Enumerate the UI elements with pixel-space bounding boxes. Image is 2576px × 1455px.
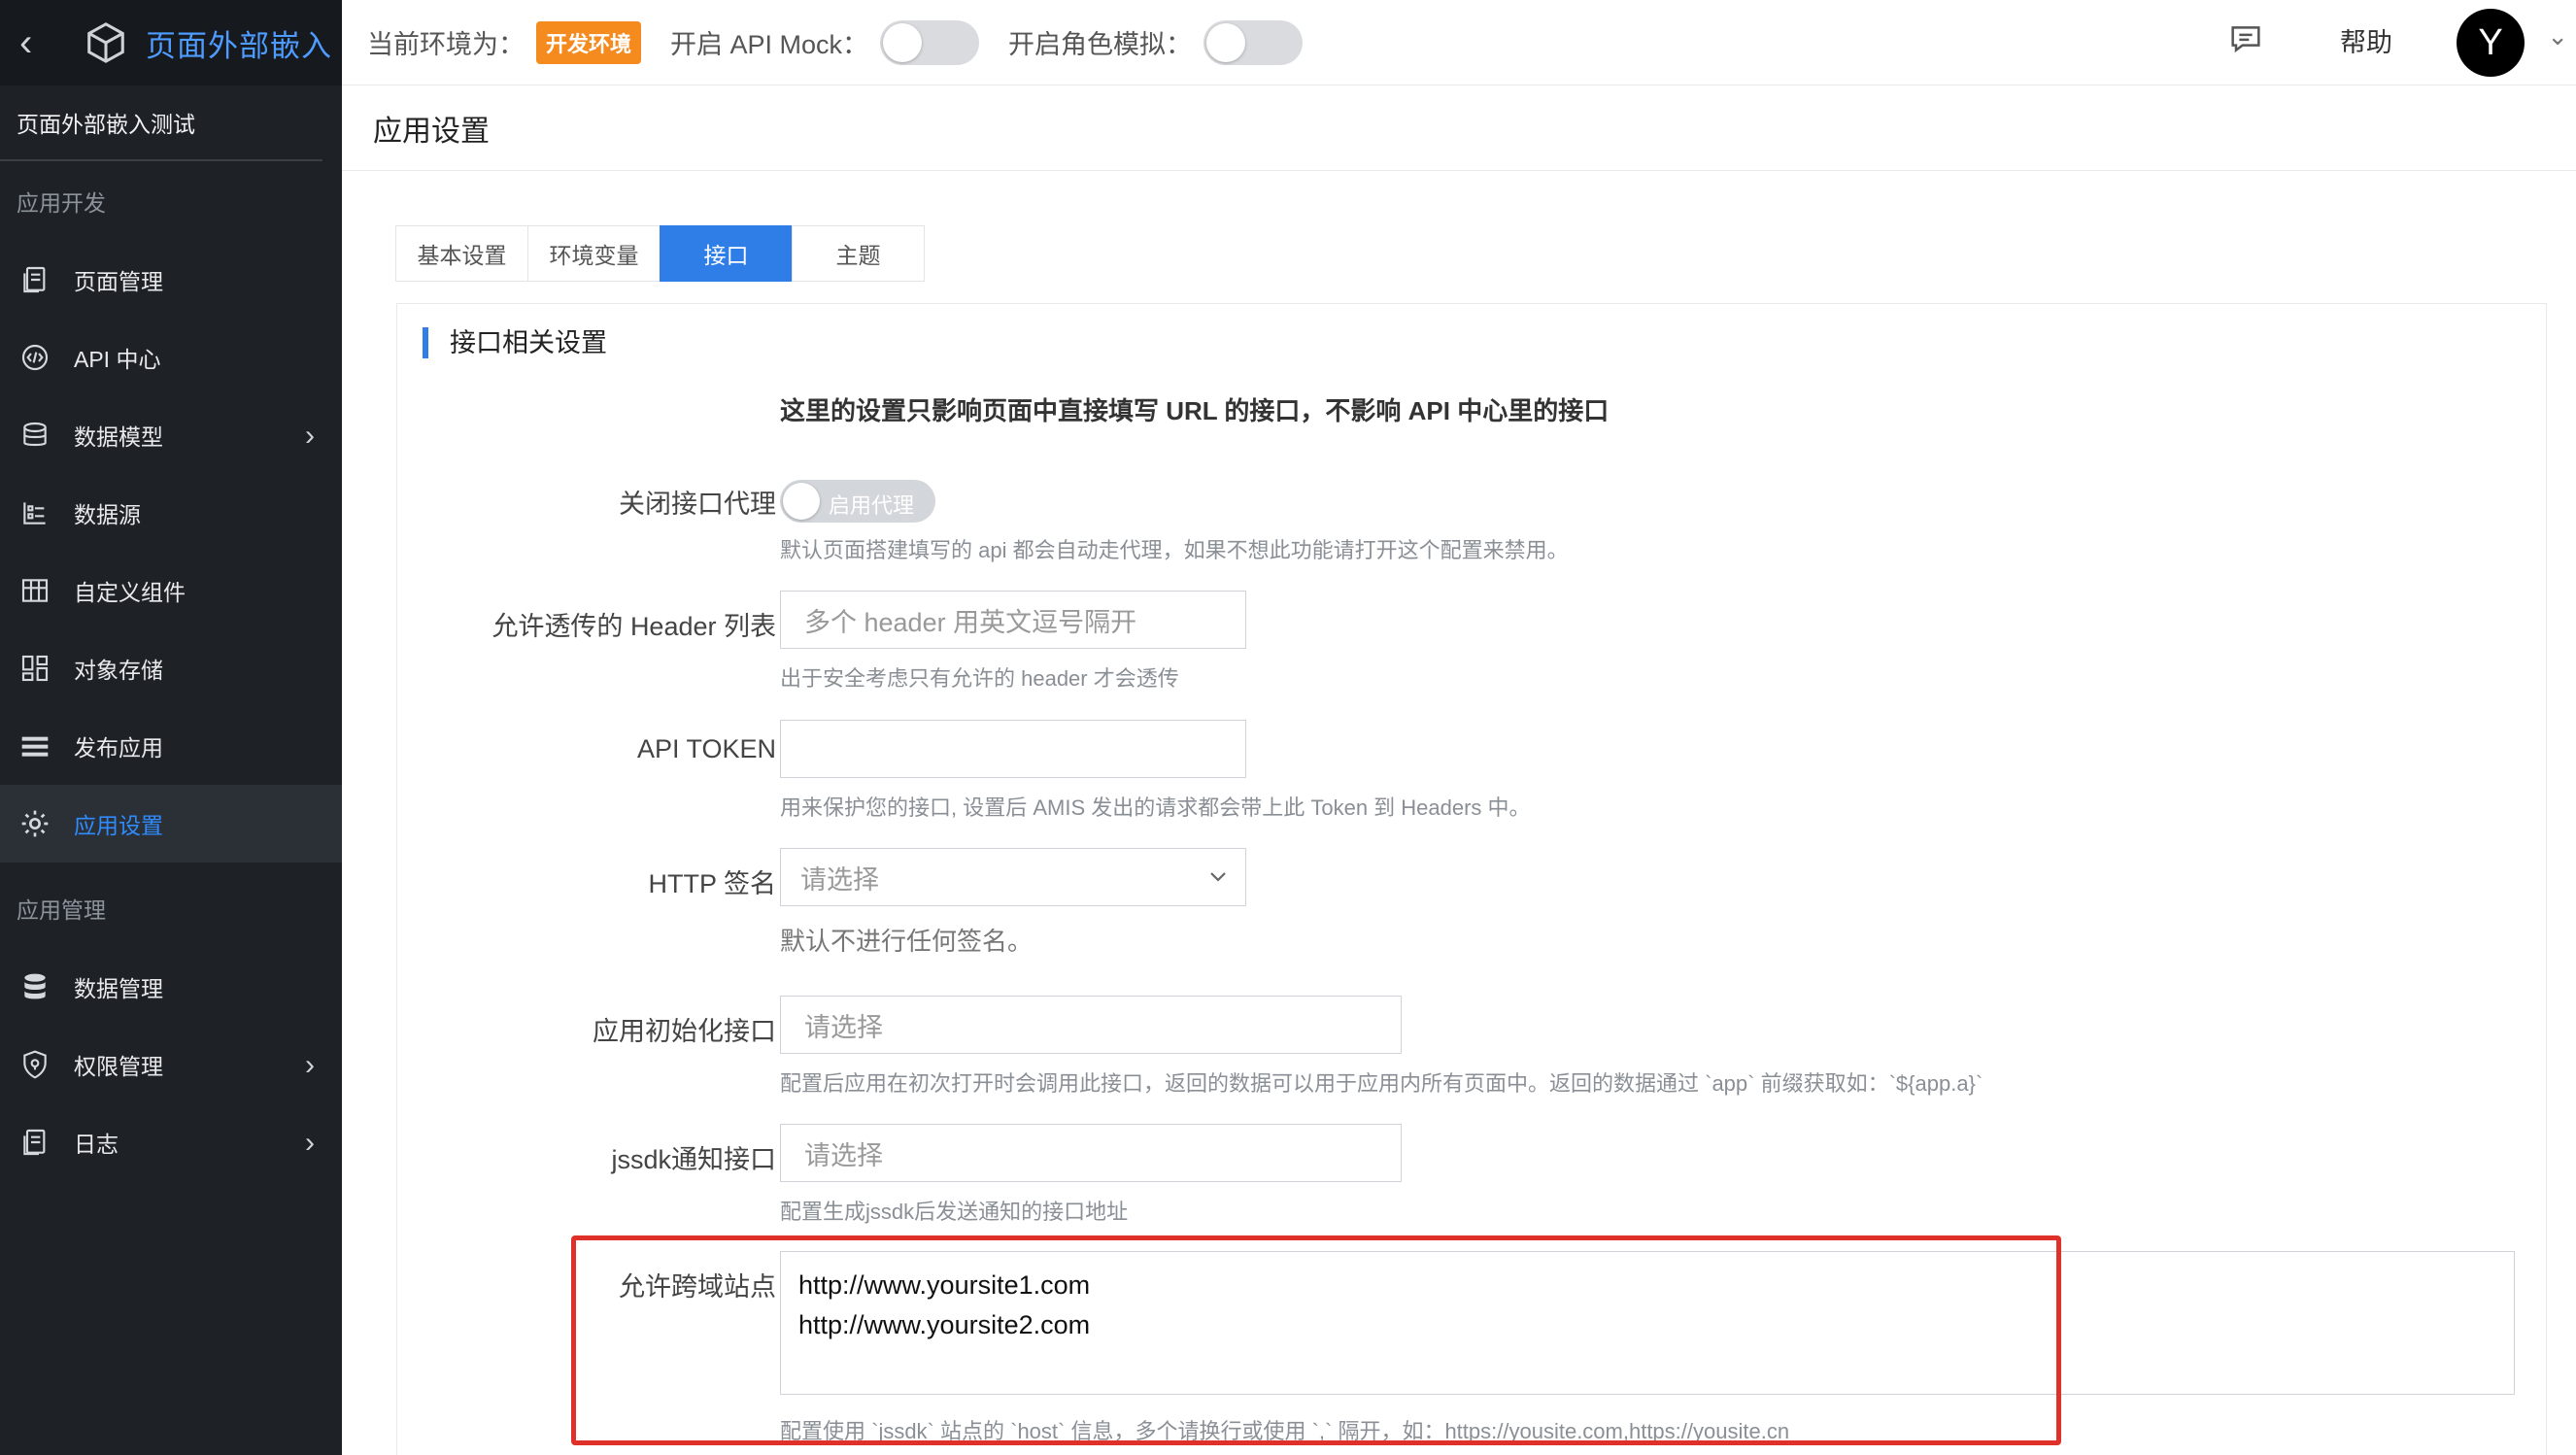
sidebar-item-label: 发布应用 — [74, 735, 163, 761]
chevron-down-icon — [1210, 872, 1226, 882]
sidebar-item-label: 数据源 — [74, 502, 141, 527]
proxy-toggle-text: 启用代理 — [829, 493, 915, 518]
database-icon — [19, 420, 51, 451]
list-icon — [19, 497, 51, 528]
sidebar-item-pages[interactable]: 页面管理 — [0, 241, 342, 319]
signature-select[interactable]: 请选择 — [780, 848, 1246, 906]
role-sim-toggle[interactable] — [1203, 19, 1304, 65]
init-api-label: 应用初始化接口 — [593, 1017, 776, 1046]
sidebar-item-permissions[interactable]: 权限管理 › — [0, 1026, 342, 1103]
toggle-knob — [783, 483, 820, 520]
cube-icon — [87, 22, 124, 63]
sidebar-item-label: 对象存储 — [74, 658, 163, 683]
sidebar-item-label: 应用设置 — [74, 813, 163, 838]
highlight-annotation — [571, 1235, 2061, 1445]
settings-tabs: 基本设置 环境变量 接口 主题 — [395, 225, 925, 282]
panel-title: 接口相关设置 — [423, 327, 607, 358]
sidebar-item-label: 数据模型 — [74, 424, 163, 450]
section-app-dev: 应用开发 — [17, 190, 106, 216]
help-link[interactable]: 帮助 — [2340, 21, 2392, 59]
api-mock-toggle[interactable] — [880, 19, 980, 65]
init-api-select[interactable]: 请选择 — [780, 996, 1402, 1054]
sidebar-item-app-settings[interactable]: 应用设置 — [0, 785, 342, 863]
jssdk-api-help: 配置生成jssdk后发送通知的接口地址 — [780, 1200, 1129, 1224]
chevron-right-icon: › — [305, 420, 315, 452]
init-api-help: 配置后应用在初次打开时会调用此接口，返回的数据可以用于应用内所有页面中。返回的数… — [780, 1071, 1983, 1096]
publish-icon — [19, 730, 51, 761]
sidebar-item-label: 自定义组件 — [74, 580, 186, 605]
grid-icon — [19, 653, 51, 684]
sidebar-item-datasource[interactable]: 数据源 — [0, 474, 342, 552]
brand-bar: ‹ 页面外部嵌入 — [0, 0, 342, 85]
sidebar-item-logs[interactable]: 日志 › — [0, 1103, 342, 1181]
avatar[interactable]: Y — [2457, 9, 2525, 77]
page-title: 应用设置 — [342, 85, 2576, 171]
stack-icon — [19, 971, 51, 1002]
sidebar-item-data-model[interactable]: 数据模型 › — [0, 396, 342, 474]
proxy-toggle[interactable]: 启用代理 — [780, 480, 935, 523]
section-app-manage: 应用管理 — [17, 897, 106, 923]
sidebar-item-custom-components[interactable]: 自定义组件 — [0, 552, 342, 629]
headers-label: 允许透传的 Header 列表 — [491, 612, 776, 641]
signature-help: 默认不进行任何签名。 — [780, 927, 1034, 956]
headers-input[interactable]: 多个 header 用英文逗号隔开 — [780, 591, 1246, 649]
code-circle-icon — [19, 342, 51, 373]
sidebar-item-label: 权限管理 — [74, 1054, 163, 1079]
env-label: 当前环境为： — [367, 30, 525, 59]
brand-title[interactable]: 页面外部嵌入 — [146, 21, 332, 65]
chat-icon[interactable] — [2226, 19, 2265, 58]
component-icon — [19, 575, 51, 606]
chevron-down-icon[interactable]: ⌄ — [2547, 21, 2568, 51]
jssdk-api-label: jssdk通知接口 — [611, 1145, 776, 1174]
proxy-label: 关闭接口代理 — [619, 490, 776, 519]
tab-env-vars[interactable]: 环境变量 — [527, 225, 661, 282]
sidebar-item-label: 数据管理 — [74, 976, 163, 1001]
sidebar-item-label: API 中心 — [74, 347, 161, 372]
jssdk-api-select[interactable]: 请选择 — [780, 1124, 1402, 1182]
sidebar-item-publish[interactable]: 发布应用 — [0, 707, 342, 785]
sidebar: ‹ 页面外部嵌入 页面外部嵌入测试 应用开发 页面管理 API 中心 数据模型 … — [0, 0, 342, 1455]
env-badge[interactable]: 开发环境 — [536, 20, 642, 64]
topbar: 当前环境为： 开发环境 开启 API Mock： 开启角色模拟： 帮助 Y ⌄ — [342, 0, 2576, 85]
api-mock-label: 开启 API Mock： — [670, 30, 869, 59]
back-arrow-icon[interactable]: ‹ — [19, 21, 58, 65]
token-input[interactable] — [780, 720, 1246, 778]
token-label: API TOKEN — [636, 734, 776, 763]
role-sim-label: 开启角色模拟： — [1008, 30, 1193, 59]
sidebar-item-object-storage[interactable]: 对象存储 — [0, 629, 342, 707]
gear-icon — [19, 808, 51, 839]
sidebar-item-label: 页面管理 — [74, 269, 163, 294]
sidebar-item-api-center[interactable]: API 中心 — [0, 319, 342, 396]
sidebar-item-label: 日志 — [74, 1132, 119, 1157]
tab-basic[interactable]: 基本设置 — [395, 225, 528, 282]
signature-select-value: 请选择 — [800, 864, 879, 895]
signature-label: HTTP 签名 — [648, 869, 776, 898]
tab-theme[interactable]: 主题 — [792, 225, 925, 282]
log-icon — [19, 1127, 51, 1158]
tab-api[interactable]: 接口 — [660, 225, 793, 282]
pages-icon — [19, 264, 51, 295]
shield-icon — [19, 1049, 51, 1080]
chevron-right-icon: › — [305, 1127, 315, 1159]
sidebar-item-data-manage[interactable]: 数据管理 — [0, 948, 342, 1026]
app-name: 页面外部嵌入测试 — [0, 85, 322, 161]
chevron-right-icon: › — [305, 1049, 315, 1081]
notice-text: 这里的设置只影响页面中直接填写 URL 的接口，不影响 API 中心里的接口 — [780, 396, 1610, 425]
headers-help: 出于安全考虑只有允许的 header 才会透传 — [780, 666, 1179, 691]
token-help: 用来保护您的接口, 设置后 AMIS 发出的请求都会带上此 Token 到 He… — [780, 795, 1531, 820]
proxy-help: 默认页面搭建填写的 api 都会自动走代理，如果不想此功能请打开这个配置来禁用。 — [780, 538, 1569, 562]
